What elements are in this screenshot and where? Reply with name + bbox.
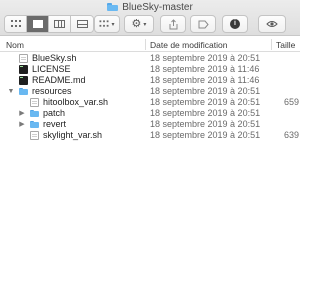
file-name: hitoolbox_var.sh — [43, 97, 109, 107]
document-icon — [30, 98, 39, 107]
folder-icon — [30, 109, 39, 118]
list-view-icon — [32, 20, 43, 28]
group-icon: ▾ — [99, 20, 115, 28]
info-icon: i — [230, 19, 240, 29]
file-name: README.md — [32, 75, 86, 85]
column-date-header[interactable]: Date de modification — [150, 40, 228, 50]
file-row[interactable]: LICENSE 18 septembre 2019 à 11:46 — [0, 64, 300, 75]
gallery-view-icon — [76, 20, 88, 28]
file-date: 18 septembre 2019 à 11:46 — [150, 75, 260, 85]
disclosure-collapsed-icon[interactable]: ▶ — [18, 120, 26, 129]
file-date: 18 septembre 2019 à 20:51 — [150, 108, 261, 118]
column-view-icon — [54, 20, 65, 28]
terminal-file-icon — [19, 65, 28, 74]
column-header: Nom Date de modification Taille — [0, 37, 300, 52]
file-row[interactable]: README.md 18 septembre 2019 à 11:46 — [0, 75, 300, 86]
terminal-file-icon — [19, 76, 28, 85]
view-switcher — [4, 15, 94, 33]
tag-icon — [198, 20, 209, 28]
file-row[interactable]: ▼ resources 18 septembre 2019 à 20:51 — [0, 86, 300, 97]
file-date: 18 septembre 2019 à 20:51 — [150, 86, 261, 96]
info-button[interactable]: i — [222, 15, 248, 33]
file-name: skylight_var.sh — [43, 130, 103, 140]
gallery-view-button[interactable] — [71, 16, 93, 32]
document-icon — [19, 54, 28, 63]
file-size: 659 — [284, 97, 300, 107]
quick-look-button[interactable] — [258, 15, 286, 33]
file-date: 18 septembre 2019 à 20:51 — [150, 119, 261, 129]
file-name: BlueSky.sh — [32, 53, 77, 63]
file-date: 18 septembre 2019 à 20:51 — [150, 97, 261, 107]
file-row[interactable]: skylight_var.sh 18 septembre 2019 à 20:51… — [0, 130, 300, 141]
file-row[interactable]: hitoolbox_var.sh 18 septembre 2019 à 20:5… — [0, 97, 300, 108]
eye-icon — [266, 21, 278, 27]
column-size-header[interactable]: Taille — [276, 40, 295, 50]
action-button[interactable]: ⚙ ▾ — [124, 15, 154, 33]
window-title: BlueSky-master — [0, 1, 300, 13]
tags-button[interactable] — [190, 15, 216, 33]
file-row[interactable]: ▶ patch 18 septembre 2019 à 20:51 — [0, 108, 300, 119]
icon-view-button[interactable] — [5, 16, 27, 32]
gear-icon: ⚙ — [131, 17, 142, 30]
document-icon — [30, 131, 39, 140]
file-date: 18 septembre 2019 à 11:46 — [150, 64, 260, 74]
file-row[interactable]: ▶ revert 18 septembre 2019 à 20:51 — [0, 119, 300, 130]
window-title-text: BlueSky-master — [122, 1, 193, 13]
icon-view-icon — [10, 20, 21, 28]
folder-icon — [107, 3, 119, 11]
file-name: revert — [43, 119, 67, 129]
file-date: 18 septembre 2019 à 20:51 — [150, 53, 261, 63]
file-date: 18 septembre 2019 à 20:51 — [150, 130, 261, 140]
file-name: resources — [32, 86, 72, 96]
share-icon — [169, 18, 177, 29]
disclosure-collapsed-icon[interactable]: ▶ — [18, 109, 26, 118]
column-divider[interactable] — [145, 39, 146, 50]
share-button[interactable] — [160, 15, 186, 33]
list-view-button[interactable] — [27, 16, 49, 32]
file-name: LICENSE — [32, 64, 71, 74]
folder-icon — [19, 87, 28, 96]
file-size: 639 — [284, 130, 300, 140]
disclosure-expanded-icon[interactable]: ▼ — [7, 87, 15, 96]
finder-window: BlueSky-master ▾ ⚙ ▾ i Nom Date de modif… — [0, 0, 300, 300]
group-button[interactable]: ▾ — [94, 15, 120, 33]
file-list: BlueSky.sh 18 septembre 2019 à 20:51 LICEN… — [0, 53, 300, 141]
title-bar: BlueSky-master ▾ ⚙ ▾ i — [0, 0, 300, 36]
column-name-header[interactable]: Nom — [6, 40, 24, 50]
column-divider[interactable] — [271, 39, 272, 50]
file-row[interactable]: BlueSky.sh 18 septembre 2019 à 20:51 — [0, 53, 300, 64]
file-name: patch — [43, 108, 66, 118]
column-view-button[interactable] — [49, 16, 71, 32]
toolbar: ▾ ⚙ ▾ i — [0, 14, 300, 34]
folder-icon — [30, 120, 39, 129]
